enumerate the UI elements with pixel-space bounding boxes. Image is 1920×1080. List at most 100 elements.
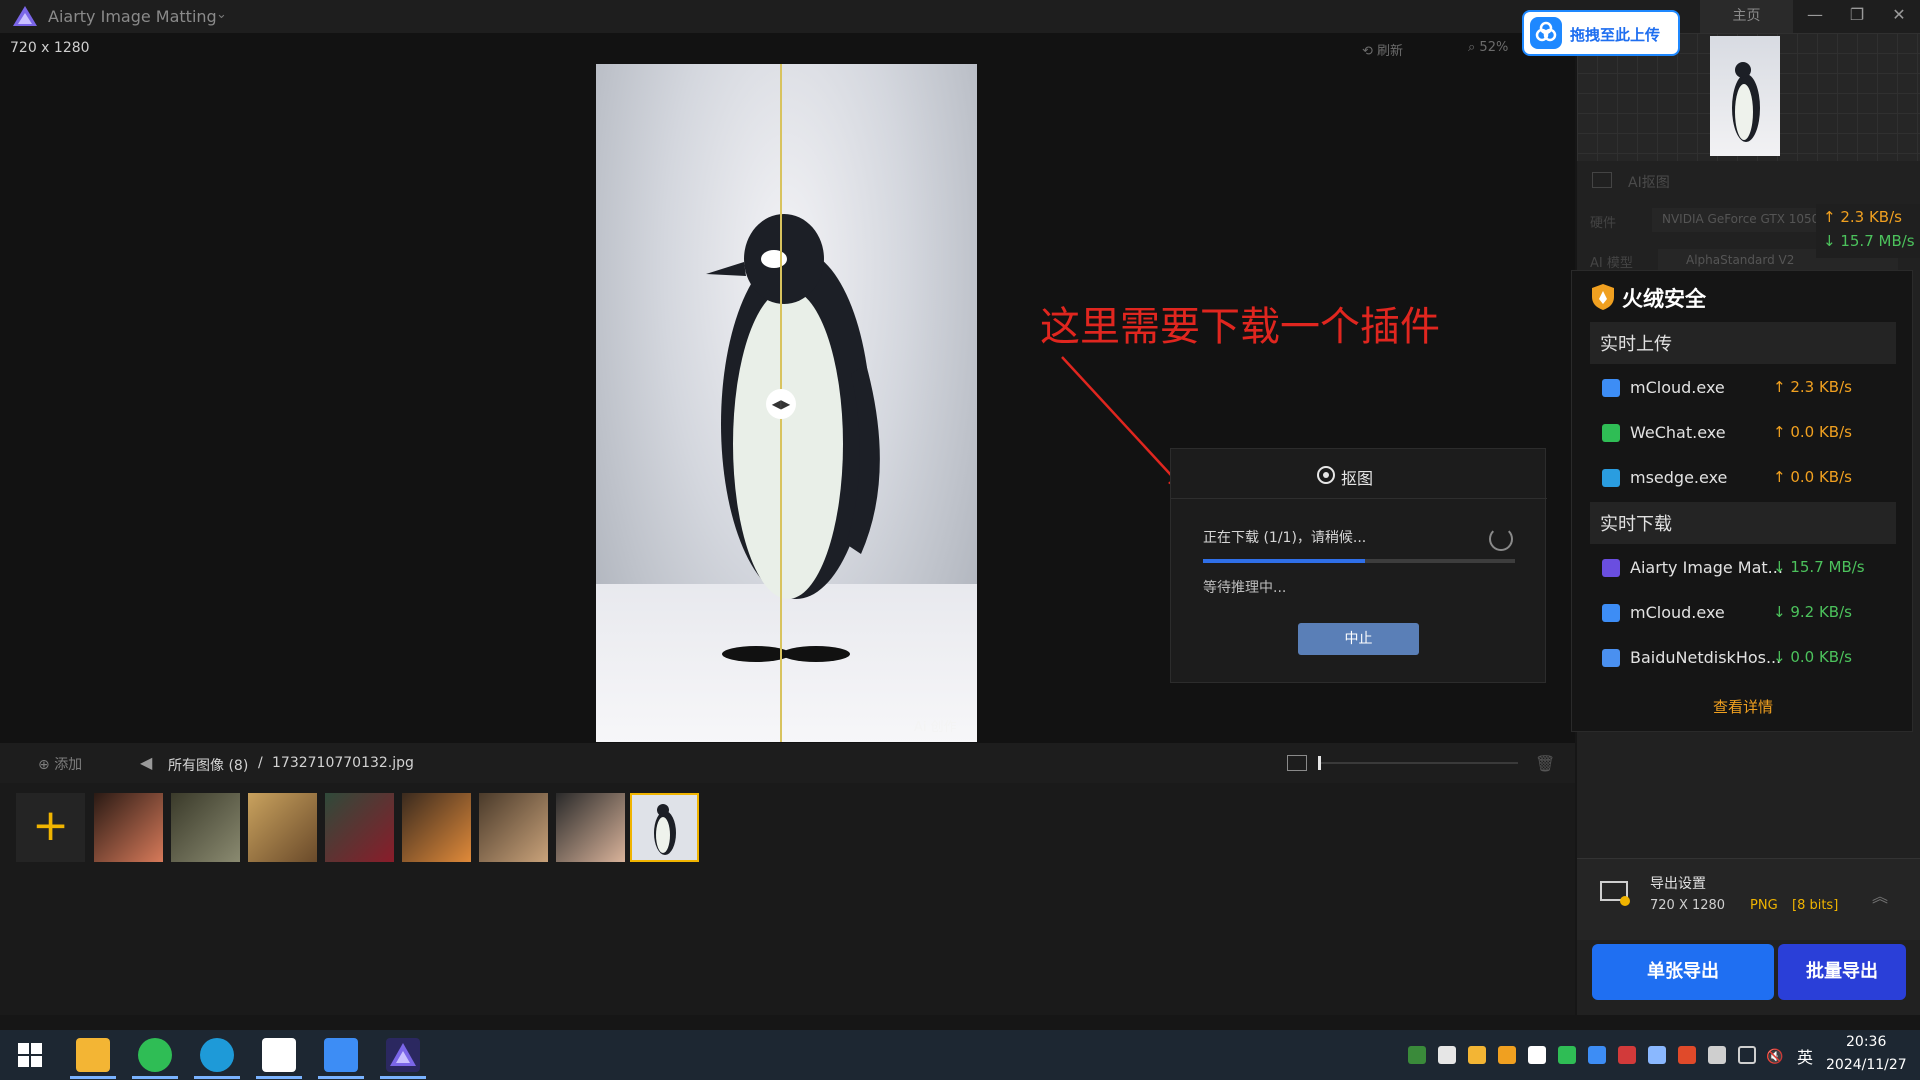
back-arrow-icon[interactable]: ◀ xyxy=(140,753,152,772)
process-name: mCloud.exe xyxy=(1630,603,1725,622)
batch-export-button[interactable]: 批量导出 xyxy=(1778,944,1906,1000)
file-explorer-icon[interactable] xyxy=(76,1038,110,1072)
tray-baidu-icon[interactable] xyxy=(1648,1046,1666,1064)
trash-icon[interactable]: 🗑 xyxy=(1535,754,1555,773)
active-app-indicator xyxy=(194,1076,240,1079)
clock-date[interactable]: 2024/11/27 xyxy=(1826,1057,1907,1073)
penguin-illustration xyxy=(706,214,880,662)
breadcrumb-all-images[interactable]: 所有图像 (8) xyxy=(168,755,248,775)
thumbnail-selected-penguin[interactable] xyxy=(630,793,699,862)
active-app-indicator xyxy=(70,1076,116,1079)
tray-shield-icon[interactable] xyxy=(1498,1046,1516,1064)
breadcrumb-separator: / xyxy=(258,755,263,771)
security-title: 火绒安全 xyxy=(1622,287,1706,311)
export-format: PNG xyxy=(1750,898,1778,913)
input-method-indicator[interactable]: 英 xyxy=(1797,1044,1813,1068)
tray-app-icon[interactable] xyxy=(1528,1046,1546,1064)
upload-section-header: 实时上传 xyxy=(1590,322,1896,364)
breadcrumb-current-file: 1732710770132.jpg xyxy=(272,755,414,771)
app-logo-icon xyxy=(13,6,37,26)
penguin-thumbnail xyxy=(632,795,697,860)
app-icon xyxy=(1602,424,1620,442)
thumbnail-bicycle[interactable] xyxy=(248,793,317,862)
tray-folder-icon[interactable] xyxy=(1468,1046,1486,1064)
mute-icon[interactable]: 🔇 xyxy=(1766,1046,1784,1065)
process-speed: ↑ 2.3 KB/s xyxy=(1773,378,1852,396)
annotation-text: 这里需要下载一个插件 xyxy=(1040,304,1440,350)
active-app-indicator xyxy=(380,1076,426,1079)
traffic-row: BaiduNetdiskHos... ↓ 0.0 KB/s xyxy=(1590,636,1896,680)
compare-handle-icon[interactable]: ◀▶ xyxy=(766,389,796,419)
tray-app-icon[interactable] xyxy=(1408,1046,1426,1064)
preview-image[interactable]: ◀▶ Ai 创作 xyxy=(596,64,977,742)
upload-widget-text: 拖拽至此上传 xyxy=(1570,26,1661,44)
hardware-select[interactable]: NVIDIA GeForce GTX 1050 xyxy=(1652,208,1822,232)
cloud-upload-widget[interactable]: 拖拽至此上传 xyxy=(1522,10,1680,56)
zoom-label: 52% xyxy=(1479,40,1509,55)
penguin-preview-icon xyxy=(1732,62,1760,142)
matting-dialog: 抠图 正在下载 (1/1)，请稍候... 等待推理中... 中止 xyxy=(1170,448,1547,683)
traffic-row: mCloud.exe ↓ 9.2 KB/s xyxy=(1590,591,1896,635)
tray-volume-alert-icon[interactable] xyxy=(1678,1046,1696,1064)
slider-handle[interactable] xyxy=(1318,756,1321,770)
download-progress-fill xyxy=(1203,559,1366,563)
add-label: 添加 xyxy=(54,757,83,773)
process-speed: ↓ 15.7 MB/s xyxy=(1773,558,1865,576)
mcloud-icon[interactable] xyxy=(324,1038,358,1072)
security-traffic-popup: 火绒安全 实时上传 mCloud.exe ↑ 2.3 KB/s WeChat.exe… xyxy=(1571,270,1913,732)
model-label: AI 模型 xyxy=(1590,256,1633,271)
wechat-icon[interactable] xyxy=(138,1038,172,1072)
aiarty-app-icon[interactable] xyxy=(386,1038,420,1072)
ai-badge: Ai 创作 xyxy=(914,720,957,735)
thumbnail-woman-forest[interactable] xyxy=(325,793,394,862)
loading-spinner-icon xyxy=(1489,527,1513,551)
thumbnail-woman-portrait[interactable] xyxy=(556,793,625,862)
thumbnail-jellyfish[interactable] xyxy=(94,793,163,862)
edge-browser-icon[interactable] xyxy=(200,1038,234,1072)
add-image-tile[interactable]: + xyxy=(16,793,85,862)
home-tab[interactable]: 主页 xyxy=(1700,0,1793,33)
download-section-header: 实时下载 xyxy=(1590,502,1896,544)
active-app-indicator xyxy=(256,1076,302,1079)
close-button[interactable]: ✕ xyxy=(1877,0,1920,33)
thumbnail-woman-flowers[interactable] xyxy=(402,793,471,862)
chevron-down-icon[interactable]: ⌄ xyxy=(216,7,227,22)
add-image-button[interactable]: ⊕ 添加 xyxy=(38,754,82,774)
image-size-icon xyxy=(1287,755,1307,771)
baidu-netdisk-icon[interactable] xyxy=(262,1038,296,1072)
stop-button[interactable]: 中止 xyxy=(1298,623,1419,655)
single-export-button[interactable]: 单张导出 xyxy=(1592,944,1774,1000)
maximize-button[interactable]: ❐ xyxy=(1835,0,1879,33)
windows-start-icon[interactable] xyxy=(18,1043,42,1067)
export-settings-title: 导出设置 xyxy=(1650,876,1706,892)
tray-mcloud-icon[interactable] xyxy=(1588,1046,1606,1064)
traffic-row: msedge.exe ↑ 0.0 KB/s xyxy=(1590,456,1896,500)
process-name: BaiduNetdiskHos... xyxy=(1630,648,1782,667)
traffic-row: Aiarty Image Mat... ↓ 15.7 MB/s xyxy=(1590,546,1896,590)
refresh-button[interactable]: ⟲ 刷新 xyxy=(1362,40,1403,59)
network-icon[interactable] xyxy=(1738,1046,1756,1064)
process-name: mCloud.exe xyxy=(1630,378,1725,397)
view-details-link[interactable]: 查看详情 xyxy=(1572,696,1914,717)
export-bit-depth: [8 bits] xyxy=(1792,898,1839,913)
clock-time[interactable]: 20:36 xyxy=(1846,1034,1886,1050)
app-icon xyxy=(1602,604,1620,622)
app-icon xyxy=(1602,469,1620,487)
process-name: msedge.exe xyxy=(1630,468,1728,487)
hardware-label: 硬件 xyxy=(1590,216,1617,231)
tray-app-icon[interactable] xyxy=(1438,1046,1456,1064)
thumbnail-woman-floral[interactable] xyxy=(479,793,548,862)
minimize-button[interactable]: — xyxy=(1793,0,1837,33)
process-speed: ↑ 0.0 KB/s xyxy=(1773,423,1852,441)
traffic-row: WeChat.exe ↑ 0.0 KB/s xyxy=(1590,411,1896,455)
tray-wechat-icon[interactable] xyxy=(1558,1046,1576,1064)
thumbnail-size-slider[interactable] xyxy=(1318,762,1518,764)
download-speed: ↓ 15.7 MB/s xyxy=(1823,232,1915,250)
tray-app-icon[interactable] xyxy=(1618,1046,1636,1064)
active-app-indicator xyxy=(318,1076,364,1079)
thumbnail-forest-insect[interactable] xyxy=(171,793,240,862)
chevron-up-icon[interactable]: ︽ xyxy=(1872,883,1888,907)
battery-icon[interactable] xyxy=(1708,1046,1726,1064)
traffic-row: mCloud.exe ↑ 2.3 KB/s xyxy=(1590,366,1896,410)
zoom-control[interactable]: ⌕ 52% xyxy=(1468,40,1508,55)
